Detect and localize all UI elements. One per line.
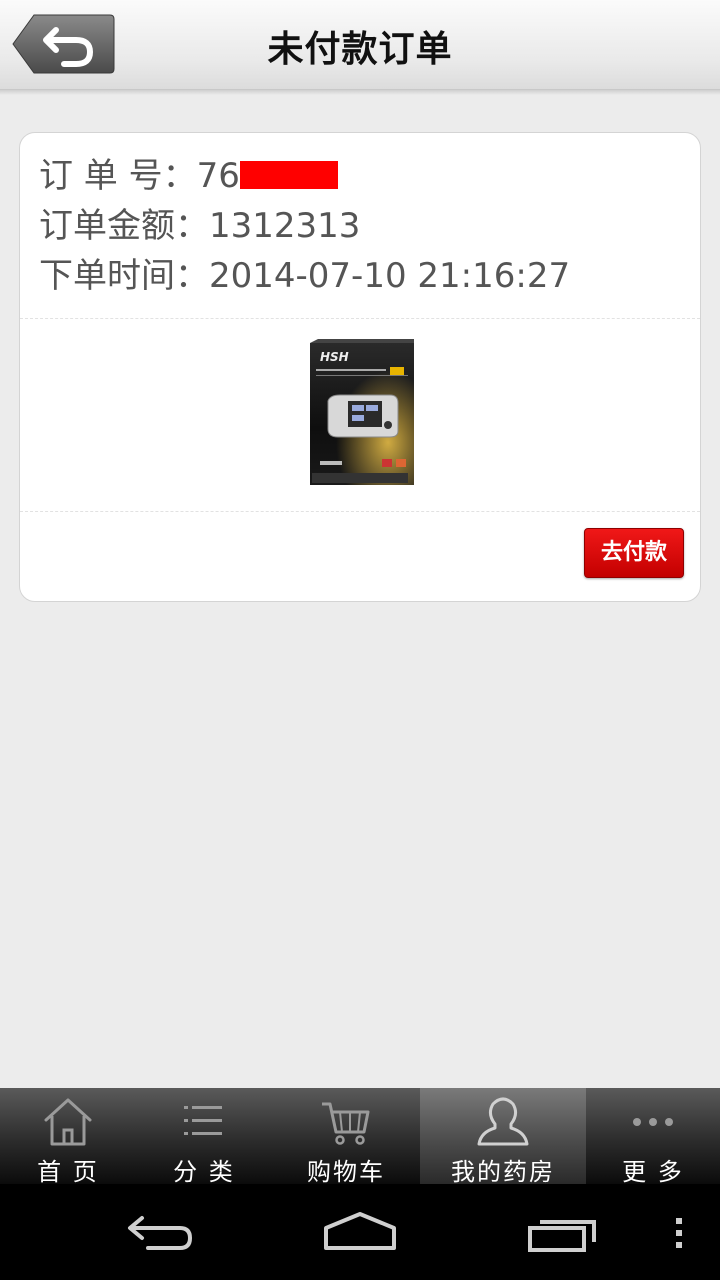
divider — [20, 318, 700, 319]
system-home-button[interactable] — [320, 1202, 400, 1266]
menu-icon — [676, 1218, 682, 1248]
tab-home[interactable]: 首 页 — [0, 1088, 136, 1186]
system-recent-button[interactable] — [522, 1202, 602, 1266]
tab-cart-label: 购物车 — [307, 1158, 385, 1186]
tab-cart[interactable]: 购物车 — [272, 1088, 420, 1186]
order-number-row: 订 单 号：76 — [39, 151, 570, 201]
order-time-label: 下单时间： — [39, 256, 209, 296]
redaction-bar — [239, 161, 338, 189]
order-number-label: 订 单 号： — [39, 156, 197, 196]
tab-more-label: 更 多 — [622, 1158, 684, 1186]
tab-category-label: 分 类 — [173, 1158, 235, 1186]
bottom-tab-bar: 首 页 分 类 购物车 我的药房 更 多 — [0, 1088, 720, 1186]
system-back-button[interactable] — [120, 1202, 200, 1266]
cart-icon — [272, 1096, 420, 1152]
home-icon — [324, 1212, 396, 1250]
back-icon — [128, 1216, 193, 1250]
divider — [20, 511, 700, 512]
tab-my-pharmacy[interactable]: 我的药房 — [420, 1088, 586, 1186]
product-image[interactable]: HSH — [290, 339, 420, 489]
order-amount-label: 订单金额： — [39, 206, 209, 246]
order-number-value: 76 — [196, 156, 240, 196]
order-time-row: 下单时间：2014-07-10 21:16:27 — [39, 251, 570, 301]
order-time-value: 2014-07-10 21:16:27 — [209, 256, 571, 296]
user-icon — [420, 1096, 586, 1152]
tab-category[interactable]: 分 类 — [136, 1088, 272, 1186]
tab-more[interactable]: 更 多 — [586, 1088, 720, 1186]
blood-pressure-monitor-image: HSH — [310, 339, 414, 485]
more-icon — [586, 1096, 720, 1152]
list-icon — [136, 1096, 272, 1152]
tab-home-label: 首 页 — [37, 1158, 99, 1186]
system-nav-bar — [0, 1184, 720, 1280]
order-amount-row: 订单金额：1312313 — [39, 201, 570, 251]
order-info: 订 单 号：76 订单金额：1312313 下单时间：2014-07-10 21… — [39, 151, 570, 301]
recent-apps-icon — [528, 1220, 596, 1252]
tab-my-pharmacy-label: 我的药房 — [451, 1158, 555, 1186]
header: 未付款订单 — [0, 0, 720, 95]
svg-text:HSH: HSH — [320, 350, 349, 364]
home-icon — [0, 1096, 136, 1152]
order-amount-value: 1312313 — [209, 206, 361, 246]
page-title: 未付款订单 — [267, 29, 453, 70]
order-card[interactable]: 订 单 号：76 订单金额：1312313 下单时间：2014-07-10 21… — [19, 132, 701, 602]
system-menu-button[interactable] — [664, 1202, 694, 1266]
pay-button[interactable]: 去付款 — [584, 528, 684, 578]
